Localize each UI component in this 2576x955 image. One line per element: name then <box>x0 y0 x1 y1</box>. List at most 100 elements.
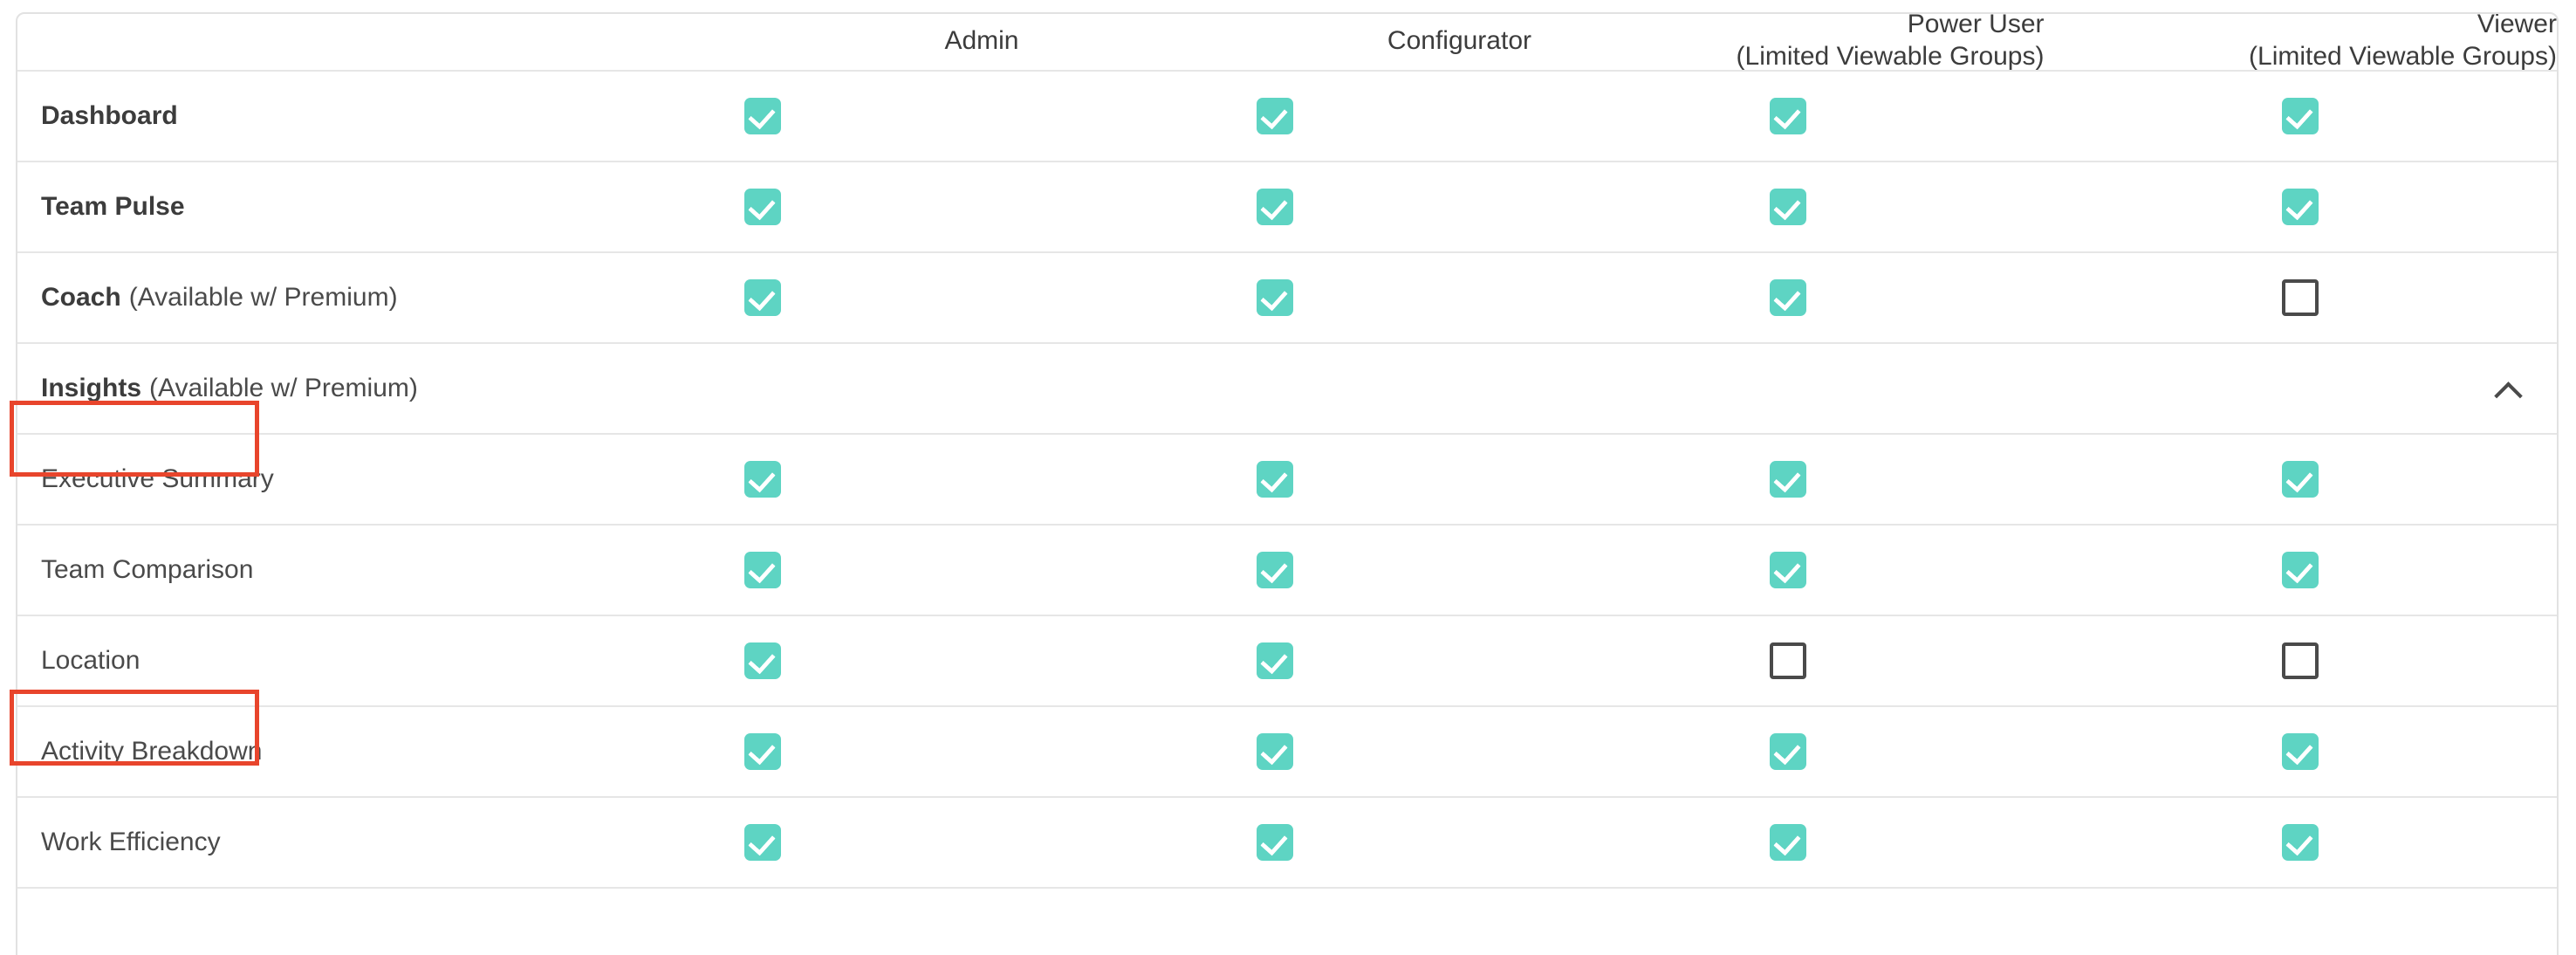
cell-power-user <box>1531 162 2045 251</box>
checkbox-checked-icon[interactable] <box>1257 552 1294 588</box>
checkbox-checked-icon[interactable] <box>743 824 781 861</box>
table-row: Team Comparison <box>17 526 2557 616</box>
permissions-matrix-page: Admin Configurator Power User (Limited V… <box>0 0 2576 955</box>
table-row: Work Efficiency <box>17 798 2557 889</box>
header-title-viewer: Viewer <box>2477 12 2557 39</box>
row-label-cell: Activity Breakdown <box>17 707 506 796</box>
checkbox-checked-icon[interactable] <box>1769 461 1806 498</box>
table-header-row: Admin Configurator Power User (Limited V… <box>17 14 2557 72</box>
header-subtitle-viewer: (Limited Viewable Groups) <box>2249 42 2557 71</box>
cell-power-user <box>1531 526 2045 615</box>
row-label-name: Dashboard <box>41 101 178 130</box>
chevron-up-icon[interactable] <box>2495 381 2521 395</box>
checkbox-checked-icon[interactable] <box>1257 733 1294 770</box>
table-row: Location <box>17 616 2557 707</box>
checkbox-checked-icon[interactable] <box>2282 98 2319 134</box>
cell-configurator <box>1019 707 1532 796</box>
table-row-group-insights[interactable]: Insights (Available w/ Premium) <box>17 344 2557 435</box>
checkbox-checked-icon[interactable] <box>1257 642 1294 679</box>
checkbox-checked-icon[interactable] <box>1769 189 1806 225</box>
checkbox-checked-icon[interactable] <box>743 552 781 588</box>
cell-configurator <box>1019 616 1532 705</box>
cell-configurator <box>1019 253 1532 342</box>
row-label-suffix: (Available w/ Premium) <box>149 374 418 402</box>
cell-configurator <box>1019 72 1532 161</box>
cell-admin <box>506 162 1019 251</box>
row-label-name: Team Comparison <box>41 555 254 584</box>
checkbox-checked-icon[interactable] <box>2282 824 2319 861</box>
table-row: Activity Breakdown <box>17 707 2557 798</box>
header-subtitle-power-user: (Limited Viewable Groups) <box>1736 42 2045 71</box>
row-label-name: Coach <box>41 283 121 312</box>
cell-admin <box>506 707 1019 796</box>
row-label-name: Activity Breakdown <box>41 737 263 766</box>
cell-admin <box>506 253 1019 342</box>
cell-power-user <box>1531 253 2045 342</box>
cell-admin <box>506 435 1019 524</box>
cell-power-user <box>1531 435 2045 524</box>
checkbox-checked-icon[interactable] <box>743 461 781 498</box>
cell-configurator <box>1019 889 1532 955</box>
checkbox-checked-icon[interactable] <box>1257 824 1294 861</box>
checkbox-checked-icon[interactable] <box>1769 733 1806 770</box>
checkbox-checked-icon[interactable] <box>2282 461 2319 498</box>
checkbox-checked-icon[interactable] <box>1769 98 1806 134</box>
row-label-name: Executive Summary <box>41 464 274 493</box>
checkbox-checked-icon[interactable] <box>1769 824 1806 861</box>
row-label-cell: Insights (Available w/ Premium) <box>17 344 506 433</box>
cell-admin <box>506 889 1019 955</box>
row-label-cell: Location <box>17 616 506 705</box>
cell-power-user <box>1531 707 2045 796</box>
cell-power-user <box>1531 889 2045 955</box>
cell-viewer <box>2045 435 2558 524</box>
table-row: Coach (Available w/ Premium) <box>17 253 2557 344</box>
row-label-name: Work Efficiency <box>41 828 221 856</box>
cell-viewer <box>2045 72 2558 161</box>
checkbox-unchecked-icon[interactable] <box>2282 642 2319 679</box>
cell-admin <box>506 616 1019 705</box>
cell-admin <box>506 798 1019 887</box>
header-cell-viewer: Viewer (Limited Viewable Groups) <box>2045 12 2557 71</box>
checkbox-checked-icon[interactable] <box>2282 189 2319 225</box>
row-label-name: Insights <box>41 374 142 402</box>
row-label-cell <box>17 889 506 955</box>
checkbox-checked-icon[interactable] <box>2282 552 2319 588</box>
cell-viewer <box>2045 526 2558 615</box>
checkbox-checked-icon[interactable] <box>1769 279 1806 316</box>
row-label-cell: Team Pulse <box>17 162 506 251</box>
cell-configurator <box>1019 526 1532 615</box>
table-row: Executive Summary <box>17 435 2557 526</box>
header-cell-admin: Admin <box>506 14 1019 70</box>
cell-power-user <box>1531 616 2045 705</box>
cell-configurator <box>1019 162 1532 251</box>
collapse-toggle-button[interactable] <box>2482 344 2534 433</box>
checkbox-checked-icon[interactable] <box>743 98 781 134</box>
checkbox-checked-icon[interactable] <box>743 642 781 679</box>
checkbox-checked-icon[interactable] <box>743 279 781 316</box>
checkbox-checked-icon[interactable] <box>743 733 781 770</box>
checkbox-checked-icon[interactable] <box>1257 461 1294 498</box>
checkbox-unchecked-icon[interactable] <box>1769 642 1806 679</box>
cell-viewer <box>2045 162 2558 251</box>
permissions-table: Admin Configurator Power User (Limited V… <box>16 12 2559 955</box>
header-cell-configurator: Configurator <box>1019 14 1531 70</box>
row-label-cell: Team Comparison <box>17 526 506 615</box>
checkbox-checked-icon[interactable] <box>743 189 781 225</box>
row-label-cell: Dashboard <box>17 72 506 161</box>
cell-viewer <box>2045 253 2558 342</box>
row-label-name: Location <box>41 646 140 675</box>
cell-viewer <box>2045 707 2558 796</box>
checkbox-unchecked-icon[interactable] <box>2282 279 2319 316</box>
cell-admin <box>506 526 1019 615</box>
table-row: Dashboard <box>17 72 2557 162</box>
cell-viewer <box>2045 798 2558 887</box>
row-label-cell: Work Efficiency <box>17 798 506 887</box>
checkbox-checked-icon[interactable] <box>1257 189 1294 225</box>
checkbox-checked-icon[interactable] <box>1257 279 1294 316</box>
header-cell-power-user: Power User (Limited Viewable Groups) <box>1531 14 2045 71</box>
checkbox-checked-icon[interactable] <box>1769 552 1806 588</box>
header-title-admin: Admin <box>944 25 1019 55</box>
checkbox-checked-icon[interactable] <box>2282 733 2319 770</box>
checkbox-checked-icon[interactable] <box>1257 98 1294 134</box>
row-label-cell: Executive Summary <box>17 435 506 524</box>
